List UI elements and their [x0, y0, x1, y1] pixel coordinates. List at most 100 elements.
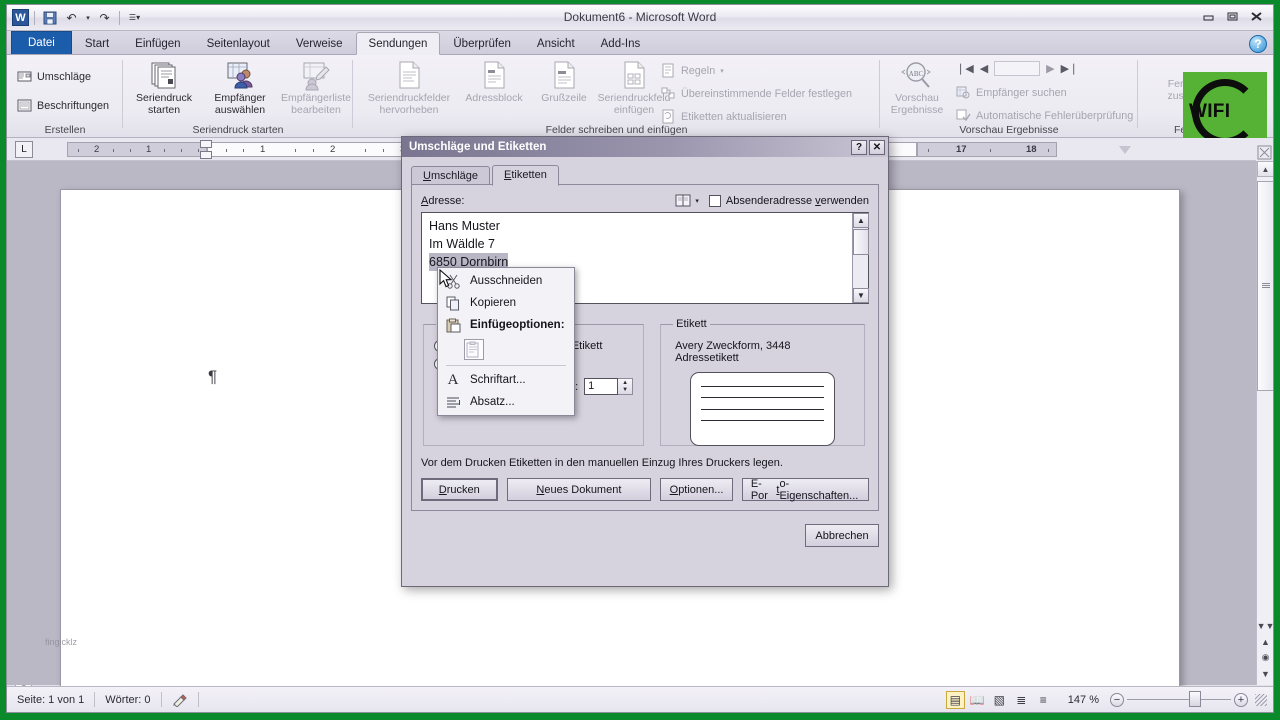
scroll-down-button[interactable]: ▼ [853, 288, 869, 303]
browse-next-icon[interactable]: ▼ [1258, 666, 1273, 681]
zoom-slider-handle[interactable] [1189, 691, 1201, 707]
ribbon-group-vorschau: ABC Vorschau Ergebnisse ❘◀ ◀ ▶ ▶❘ Empfän… [880, 55, 1138, 138]
tab-datei[interactable]: Datei [11, 31, 72, 54]
mouse-cursor [439, 268, 453, 292]
address-header-row: Adresse: ▾ Absenderadresse verwenden [421, 193, 869, 208]
adressblock-button: Adressblock [457, 59, 531, 105]
last-record-icon[interactable]: ▶❘ [1061, 62, 1079, 75]
scroll-up-button[interactable]: ▲ [853, 213, 869, 228]
tab-add-ins[interactable]: Add-Ins [588, 32, 654, 54]
view-print-layout-button[interactable]: ▤ [945, 690, 965, 709]
dialog-tab-etiketten[interactable]: Etiketten [492, 165, 559, 186]
hanging-indent-marker[interactable] [200, 151, 212, 159]
beschriftungen-label: Beschriftungen [37, 99, 110, 112]
first-line-indent-marker[interactable] [200, 140, 212, 148]
right-indent-marker[interactable] [1119, 146, 1131, 154]
browse-previous-icon[interactable]: ▼▼ [1257, 618, 1273, 633]
address-text[interactable]: Hans Muster Im Wäldle 7 6850 Dornbirn [422, 213, 868, 275]
view-full-screen-reading-button[interactable]: 📖 [968, 691, 987, 709]
address-label: Adresse: [421, 194, 465, 207]
next-record-icon: ▶ [1046, 63, 1055, 75]
view-controls: ▤ 📖 ▧ ≣ ≡ 147 % − + [945, 690, 1273, 709]
tab-sendungen[interactable]: Sendungen [355, 32, 441, 55]
address-book-caret-icon[interactable]: ▾ [695, 197, 699, 205]
column-spinner[interactable]: 1 ▲ ▼ [584, 378, 634, 395]
seriendruck-starten-button[interactable]: Seriendruck starten [127, 59, 201, 116]
address-scrollbar[interactable]: ▲ ▼ [852, 213, 869, 303]
view-web-layout-button[interactable]: ▧ [990, 691, 1009, 709]
tab-start[interactable]: Start [72, 32, 122, 54]
grusszeile-button: Grußzeile [527, 59, 601, 105]
cancel-button[interactable]: Abbrechen [805, 524, 879, 547]
wifi-logo-text: WIFI [1189, 101, 1231, 122]
scroll-up-button[interactable]: ▲ [1257, 161, 1273, 177]
mailmerge-start-icon [148, 59, 180, 91]
dialog-close-button[interactable]: ✕ [869, 139, 885, 155]
context-menu-item-font[interactable]: A Schriftart... [438, 369, 574, 391]
eporto-properties-button[interactable]: E-Por t o-Eigenschaften... [741, 478, 869, 502]
new-document-button[interactable]: Neues Dokument [506, 478, 652, 501]
scrollbar-thumb[interactable] [1257, 181, 1273, 391]
select-browse-object-icon[interactable]: ◉ [1258, 650, 1273, 665]
ruler-right-margin-a: 17 18 [917, 142, 1057, 157]
view-outline-button[interactable]: ≣ [1012, 691, 1031, 709]
view-draft-button[interactable]: ≡ [1034, 691, 1053, 709]
address-book-icon[interactable] [673, 193, 693, 208]
print-button[interactable]: Drucken [421, 478, 498, 501]
address-options: ▾ Absenderadresse verwenden [673, 193, 869, 208]
restore-button[interactable] [1222, 8, 1243, 25]
tab-einfuegen[interactable]: Einfügen [122, 32, 193, 54]
group-label-vorschau: Vorschau Ergebnisse [959, 124, 1059, 136]
close-button[interactable] [1246, 8, 1267, 25]
return-address-checkbox[interactable] [708, 194, 721, 207]
empfaengerliste-bearbeiten-label: Empfängerliste bearbeiten [280, 92, 352, 116]
record-number-field[interactable] [994, 61, 1041, 76]
tab-ueberpruefen[interactable]: Überprüfen [440, 32, 524, 54]
etiketten-aktualisieren-label: Etiketten aktualisieren [681, 110, 787, 123]
proofing-status-icon[interactable] [162, 691, 198, 709]
zoom-level[interactable]: 147 % [1056, 691, 1107, 709]
page-indicator[interactable]: Seite: 1 von 1 [7, 691, 94, 709]
options-button[interactable]: Optionen... [660, 478, 733, 501]
address-block-icon [478, 59, 510, 91]
zoom-out-button[interactable]: − [1110, 692, 1124, 707]
zoom-in-button[interactable]: + [1234, 692, 1248, 707]
column-spinner-arrows[interactable]: ▲ ▼ [618, 378, 634, 395]
paste-option-keep-formatting[interactable] [438, 336, 574, 362]
dialog-tab-umschlaege[interactable]: UUmschlägemschläge [411, 166, 491, 185]
previous-record-icon[interactable]: ◀ [980, 62, 988, 75]
tab-seitenlayout[interactable]: Seitenlayout [194, 32, 283, 54]
context-menu-item-copy[interactable]: Kopieren [438, 292, 574, 314]
ribbon-group-seriendruck-starten: Seriendruck starten Empfänger auswählen [123, 55, 353, 138]
label-preview[interactable] [690, 372, 836, 446]
context-menu-label: Kopieren [470, 297, 517, 309]
paste-icon [442, 315, 464, 335]
dialog-title: Umschläge und Etiketten [409, 141, 547, 153]
scrollbar-thumb[interactable] [853, 229, 869, 255]
column-value[interactable]: 1 [584, 378, 619, 395]
beschriftungen-button[interactable]: Beschriftungen [17, 98, 109, 113]
seriendruck-starten-label: Seriendruck starten [135, 92, 193, 116]
status-bar: Seite: 1 von 1 Wörter: 0 ▤ 📖 ▧ ≣ ≡ 147 %… [7, 686, 1273, 712]
vorschau-ergebnisse-button: ABC Vorschau Ergebnisse [880, 59, 954, 116]
split-bar-handle[interactable] [1256, 145, 1273, 161]
first-record-icon[interactable]: ❘◀ [956, 62, 974, 75]
dialog-help-button[interactable]: ? [851, 139, 867, 155]
zoom-slider[interactable] [1127, 691, 1231, 707]
vertical-scrollbar[interactable]: ▲ ▼▼ ▲ ◉ ▼ [1256, 161, 1273, 685]
tab-ansicht[interactable]: Ansicht [524, 32, 588, 54]
browse-object-up-icon[interactable]: ▲ [1258, 634, 1273, 649]
ruler-number: 2 [94, 144, 100, 155]
ruler-number: 17 [956, 144, 967, 155]
help-button[interactable]: ? [1249, 35, 1267, 53]
tab-stop-selector[interactable]: L [15, 141, 33, 158]
context-menu-item-cut[interactable]: Ausschneiden [438, 270, 574, 292]
minimize-button[interactable] [1198, 8, 1219, 25]
empfaenger-auswaehlen-button[interactable]: Empfänger auswählen [203, 59, 277, 116]
dialog-title-bar[interactable]: Umschläge und Etiketten ? ✕ [402, 137, 888, 157]
umschlaege-button[interactable]: Umschläge [17, 69, 91, 84]
word-count[interactable]: Wörter: 0 [95, 691, 160, 709]
resize-grip[interactable] [1255, 693, 1267, 706]
context-menu-item-paragraph[interactable]: Absatz... [438, 391, 574, 413]
tab-verweise[interactable]: Verweise [283, 32, 356, 54]
